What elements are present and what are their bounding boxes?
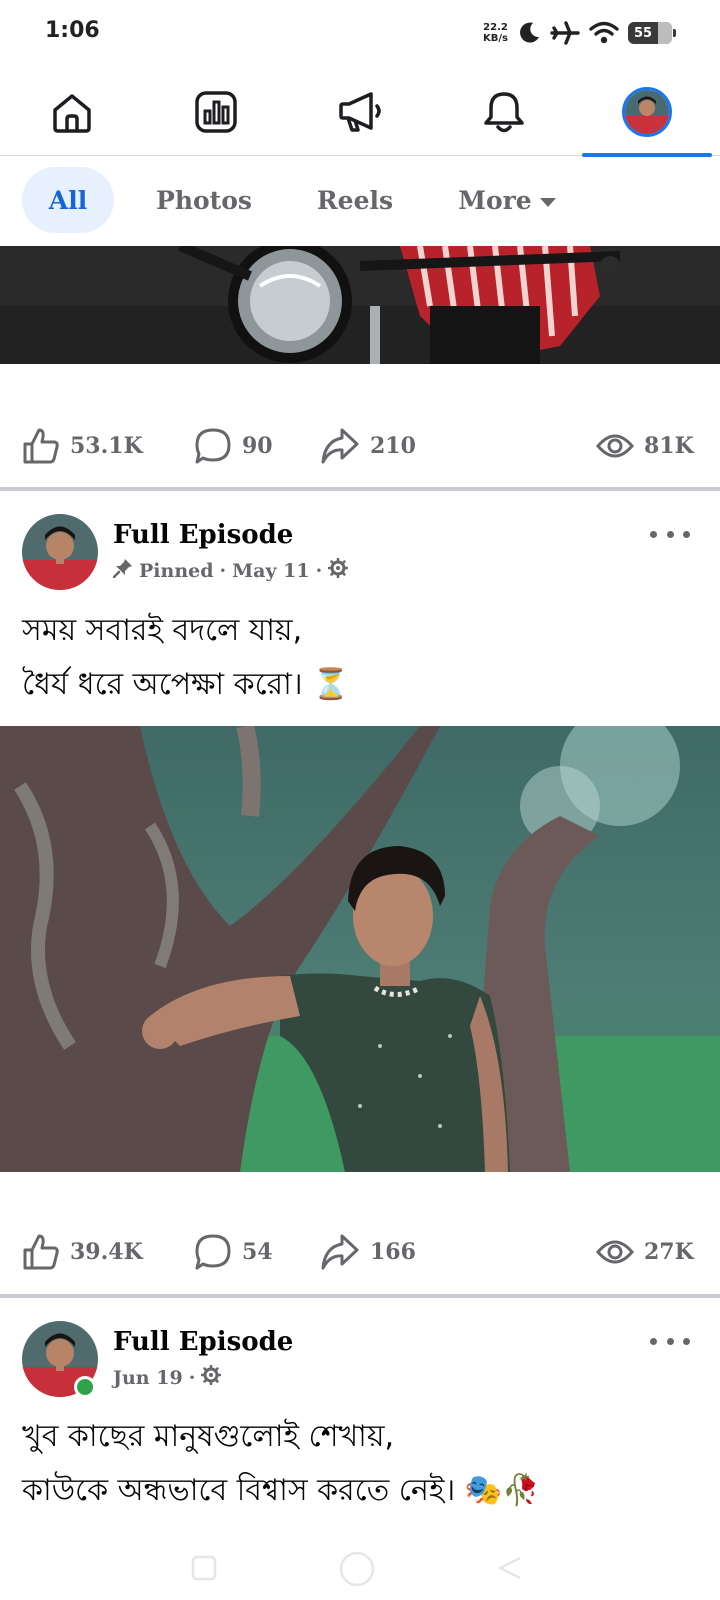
eye-icon bbox=[596, 431, 634, 461]
chip-reels[interactable]: Reels bbox=[300, 167, 410, 233]
comment-icon bbox=[194, 1233, 232, 1271]
chip-photos[interactable]: Photos bbox=[140, 167, 268, 233]
comment-count: 90 bbox=[242, 433, 273, 459]
bell-icon bbox=[482, 89, 526, 135]
megaphone-icon bbox=[337, 90, 383, 134]
share-count: 210 bbox=[370, 433, 416, 459]
wifi-icon bbox=[588, 20, 620, 46]
battery-level: 55 bbox=[634, 25, 653, 41]
share-button[interactable]: 166 bbox=[320, 1222, 416, 1282]
post2-actions: 39.4K 54 166 27K bbox=[0, 1222, 720, 1282]
views: 81K bbox=[596, 416, 694, 476]
post-date: May 11 bbox=[232, 559, 310, 582]
post2-text: সময় সবারই বদলে যায়, ধৈর্য ধরে অপেক্ষা … bbox=[22, 604, 702, 712]
filter-chips: All Photos Reels More bbox=[0, 156, 720, 246]
pinned-label: Pinned bbox=[139, 559, 214, 582]
post-text-line: খুব কাছের মানুষগুলোই শেখায়, bbox=[22, 1419, 395, 1454]
post3-text: খুব কাছের মানুষগুলোই শেখায়, কাউকে অন্ধভ… bbox=[22, 1410, 702, 1518]
comment-button[interactable]: 54 bbox=[194, 1222, 273, 1282]
nav-ads[interactable] bbox=[295, 68, 425, 156]
like-icon bbox=[22, 427, 60, 465]
view-count: 27K bbox=[644, 1239, 694, 1265]
back-icon[interactable] bbox=[496, 1554, 524, 1586]
status-bar: 1:06 22.2 KB/s 55 bbox=[0, 0, 720, 68]
nav-profile[interactable] bbox=[582, 68, 712, 157]
view-count: 81K bbox=[644, 433, 694, 459]
post2-header: Full Episode Pinned · May 11 · bbox=[0, 514, 720, 604]
network-speed-value: 22.2 bbox=[483, 22, 508, 33]
share-count: 166 bbox=[370, 1239, 416, 1265]
post-photo-portrait[interactable] bbox=[0, 726, 720, 1172]
post1-actions: 53.1K 90 210 81K bbox=[0, 416, 720, 476]
more-options-button[interactable] bbox=[650, 522, 690, 546]
post-text-line: ধৈর্য ধরে অপেক্ষা করো। ⏳ bbox=[22, 667, 350, 702]
comment-button[interactable]: 90 bbox=[194, 416, 273, 476]
caret-down-icon bbox=[539, 197, 556, 207]
share-icon bbox=[320, 1233, 360, 1271]
post-photo-motorcycle[interactable] bbox=[0, 246, 720, 364]
like-button[interactable]: 39.4K bbox=[22, 1222, 143, 1282]
online-status-dot bbox=[74, 1376, 96, 1398]
post3-header: Full Episode Jun 19 · bbox=[0, 1321, 720, 1411]
top-navigation bbox=[0, 68, 720, 157]
post-divider bbox=[0, 1294, 720, 1298]
meta-separator: · bbox=[188, 1366, 196, 1389]
dashboard-icon bbox=[194, 90, 238, 134]
airplane-icon bbox=[550, 19, 580, 47]
like-count: 53.1K bbox=[70, 433, 143, 459]
share-button[interactable]: 210 bbox=[320, 416, 416, 476]
chip-more[interactable]: More bbox=[444, 167, 570, 233]
home-icon bbox=[50, 90, 94, 134]
post-text-line: সময় সবারই বদলে যায়, bbox=[22, 613, 303, 648]
post-date: Jun 19 bbox=[113, 1366, 183, 1389]
network-speed: 22.2 KB/s bbox=[483, 22, 508, 44]
chip-more-label: More bbox=[458, 185, 532, 215]
system-navigation-bar bbox=[0, 1540, 720, 1600]
post-text-line: কাউকে অন্ধভাবে বিশ্বাস করতে নেই। 🎭🥀 bbox=[22, 1473, 540, 1508]
gear-icon bbox=[327, 557, 349, 583]
page-name[interactable]: Full Episode bbox=[113, 1327, 293, 1357]
comment-icon bbox=[194, 427, 232, 465]
status-time: 1:06 bbox=[45, 18, 100, 43]
eye-icon bbox=[596, 1237, 634, 1267]
gear-icon bbox=[201, 1364, 222, 1390]
more-options-button[interactable] bbox=[650, 1329, 690, 1353]
like-icon bbox=[22, 1233, 60, 1271]
network-speed-unit: KB/s bbox=[483, 33, 508, 44]
comment-count: 54 bbox=[242, 1239, 273, 1265]
post-divider bbox=[0, 487, 720, 491]
page-name[interactable]: Full Episode bbox=[113, 520, 293, 550]
pin-icon bbox=[112, 558, 133, 583]
meta-separator: · bbox=[315, 559, 323, 582]
nav-home[interactable] bbox=[7, 68, 137, 156]
post-meta: Pinned · May 11 · bbox=[112, 557, 349, 583]
chip-all[interactable]: All bbox=[22, 167, 114, 233]
moon-icon bbox=[516, 20, 542, 46]
battery-icon: 55 bbox=[628, 22, 676, 44]
post-meta: Jun 19 · bbox=[113, 1364, 222, 1390]
nav-dashboard[interactable] bbox=[151, 68, 281, 156]
like-button[interactable]: 53.1K bbox=[22, 416, 143, 476]
status-icons: 22.2 KB/s 55 bbox=[483, 16, 676, 50]
meta-separator: · bbox=[219, 559, 227, 582]
nav-notifications[interactable] bbox=[439, 68, 569, 156]
home-gesture-icon[interactable] bbox=[338, 1550, 376, 1592]
profile-avatar bbox=[622, 87, 672, 137]
recent-apps-icon[interactable] bbox=[190, 1554, 218, 1586]
share-icon bbox=[320, 427, 360, 465]
views: 27K bbox=[596, 1222, 694, 1282]
page-avatar[interactable] bbox=[22, 514, 98, 590]
like-count: 39.4K bbox=[70, 1239, 143, 1265]
